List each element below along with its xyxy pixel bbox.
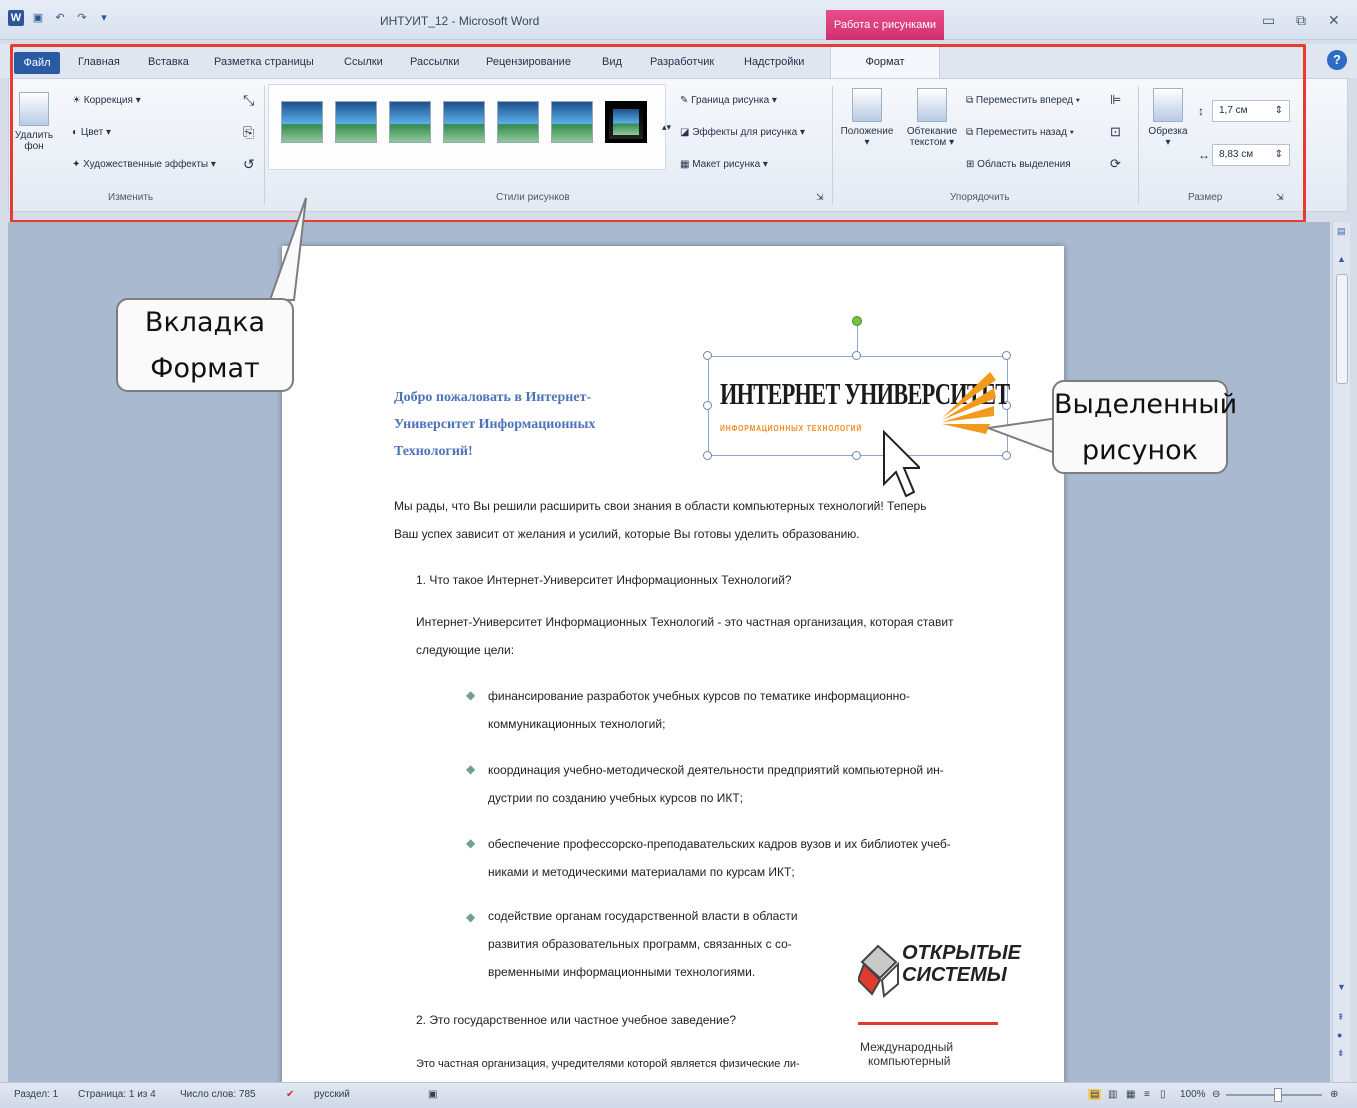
intuit-logo-subtext: ИНФОРМАЦИОННЫХ ТЕХНОЛОГИЙ [720,424,863,433]
document-heading: Добро пожаловать в Интернет- Университет… [394,390,596,459]
status-page[interactable]: Страница: 1 из 4 [78,1089,156,1100]
undo-icon[interactable]: ↶ [52,10,68,26]
bullet-icon: ◆ [466,688,476,702]
macro-record-icon[interactable]: ▣ [428,1089,437,1100]
outline-view-icon[interactable]: ≡ [1144,1089,1150,1100]
question-1: 1. Что такое Интернет-Университет Информ… [416,573,792,587]
ruler-toggle-icon[interactable]: ▤ [1337,226,1346,237]
resize-handle[interactable] [703,451,712,460]
draft-view-icon[interactable]: ▯ [1160,1089,1166,1100]
vertical-scrollbar[interactable]: ▤ ▲ ▼ ⇞ ● ⇟ [1332,222,1350,1082]
window-title: ИНТУИТ_12 - Microsoft Word [380,14,540,28]
zoom-level[interactable]: 100% [1180,1089,1206,1100]
proofing-icon[interactable]: ✔ [286,1089,294,1100]
scrollbar-thumb[interactable] [1336,274,1348,384]
resize-handle[interactable] [852,351,861,360]
help-icon[interactable]: ? [1327,50,1347,70]
title-bar: W ▣ ↶ ↷ ▾ ИНТУИТ_12 - Microsoft Word ▭ ⧉… [0,0,1357,40]
zoom-in-icon[interactable]: ⊕ [1330,1089,1338,1100]
status-section[interactable]: Раздел: 1 [14,1089,58,1100]
resize-handle[interactable] [1002,351,1011,360]
bullet-icon: ◆ [466,762,476,776]
open-systems-caption: Международный компьютерный [860,1040,954,1068]
zoom-slider-knob[interactable] [1274,1088,1282,1102]
intro-paragraph: Мы рады, что Вы решили расширить свои зн… [394,499,927,541]
scroll-up-icon[interactable]: ▲ [1337,254,1346,264]
status-word-count[interactable]: Число слов: 785 [180,1089,256,1100]
callout-pointer [987,416,1059,456]
status-language[interactable]: русский [314,1089,350,1100]
answer-1: Интернет-Университет Информационных Техн… [416,615,954,657]
close-icon[interactable]: ✕ [1328,12,1340,29]
list-item: обеспечение профессорско-преподавательск… [488,837,951,879]
browse-object-icon[interactable]: ● [1337,1030,1342,1040]
next-page-icon[interactable]: ⇟ [1337,1048,1345,1059]
quick-access-toolbar: W ▣ ↶ ↷ ▾ [8,10,112,26]
open-systems-logo-text: ОТКРЫТЫЕ СИСТЕМЫ [902,942,1021,986]
print-layout-view-icon[interactable]: ▤ [1088,1089,1102,1100]
callout-selected-picture: Выделенный рисунок [1052,380,1237,474]
save-icon[interactable]: ▣ [30,10,46,26]
open-systems-logo-icon [858,944,899,998]
answer-2: Это частная организация, учредителями ко… [416,1058,800,1070]
resize-handle[interactable] [703,351,712,360]
minimize-icon[interactable]: ▭ [1262,12,1275,29]
scroll-down-icon[interactable]: ▼ [1337,982,1346,992]
list-item: содействие органам государственной власт… [488,909,798,979]
callout-pointer [268,197,307,301]
bullet-icon: ◆ [466,836,476,850]
list-item: финансирование разработок учебных курсов… [488,689,910,731]
rotation-handle[interactable] [852,316,862,326]
callout-format-tab: Вкладка Формат [116,298,294,392]
previous-page-icon[interactable]: ⇞ [1337,1012,1345,1023]
zoom-out-icon[interactable]: ⊖ [1212,1089,1220,1100]
word-app-icon[interactable]: W [8,10,24,26]
redo-icon[interactable]: ↷ [74,10,90,26]
resize-handle[interactable] [703,401,712,410]
web-layout-view-icon[interactable]: ▦ [1126,1089,1135,1100]
resize-handle[interactable] [852,451,861,460]
question-2: 2. Это государственное или частное учебн… [416,1013,737,1027]
full-screen-view-icon[interactable]: ▥ [1108,1089,1117,1100]
logo-divider [858,1022,998,1025]
ribbon-highlight-frame [10,44,1306,223]
picture-tools-context-label: Работа с рисунками [826,10,944,40]
restore-icon[interactable]: ⧉ [1296,12,1306,29]
list-item: координация учебно-методической деятельн… [488,763,944,805]
customize-qat-icon[interactable]: ▾ [96,10,112,26]
bullet-icon: ◆ [466,910,476,924]
